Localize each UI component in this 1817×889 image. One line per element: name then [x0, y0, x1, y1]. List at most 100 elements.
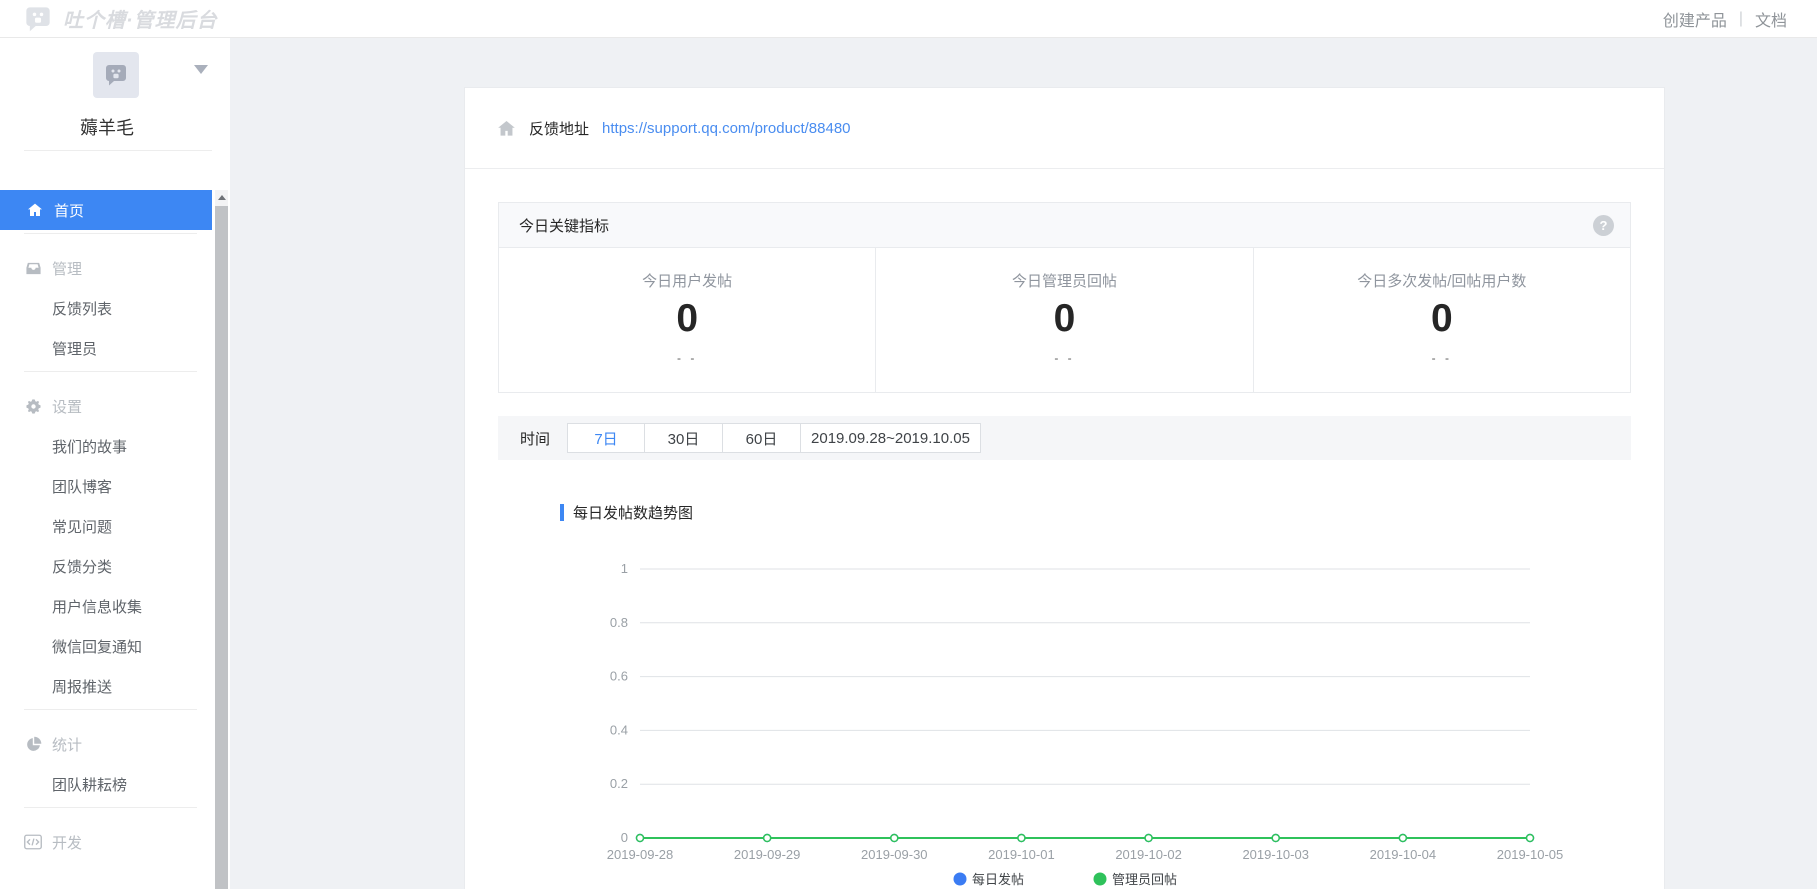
sidebar-item-label: 周报推送 — [52, 676, 112, 697]
date-range-picker[interactable]: 2019.09.28~2019.10.05 — [801, 423, 981, 453]
top-actions: 创建产品 | 文档 — [1663, 7, 1787, 31]
sidebar-section-develop: 开发 — [0, 822, 212, 862]
top-divider: | — [1739, 10, 1743, 28]
metric-admin-replies: 今日管理员回帖 0 - - — [876, 248, 1253, 392]
x-axis-tick: 2019-09-28 — [607, 847, 674, 862]
sidebar-section-manage: 管理 — [0, 248, 212, 288]
x-axis-tick: 2019-10-03 — [1242, 847, 1309, 862]
feedback-url-link[interactable]: https://support.qq.com/product/88480 — [602, 120, 851, 137]
legend-label[interactable]: 每日发帖 — [972, 872, 1024, 887]
sidebar-item-label: 管理员 — [52, 338, 97, 359]
app-logo: 吐个槽·管理后台 — [24, 4, 218, 33]
time-filter-label: 时间 — [520, 428, 550, 449]
sidebar-item-team-blog[interactable]: 团队博客 — [0, 466, 212, 506]
metric-label: 今日管理员回帖 — [1012, 270, 1117, 291]
sidebar-item-weekly-report-push[interactable]: 周报推送 — [0, 666, 212, 706]
sidebar-item-user-info-collect[interactable]: 用户信息收集 — [0, 586, 212, 626]
metric-value: 0 — [1054, 298, 1076, 341]
sidebar-item-home[interactable]: 首页 — [0, 190, 212, 230]
metric-value: 0 — [676, 298, 698, 341]
legend-label[interactable]: 管理员回帖 — [1112, 872, 1177, 887]
inbox-icon — [24, 260, 42, 277]
metric-sub: - - — [677, 351, 697, 365]
scroll-up-arrow-icon[interactable] — [215, 190, 228, 205]
sidebar-item-label: 反馈列表 — [52, 298, 112, 319]
sidebar-item-label: 常见问题 — [52, 516, 112, 537]
metric-label: 今日多次发帖/回帖用户数 — [1357, 270, 1526, 291]
product-avatar[interactable] — [93, 52, 139, 98]
question-mark-icon[interactable]: ? — [1593, 215, 1614, 236]
code-icon — [24, 834, 42, 850]
main-area: 反馈地址 https://support.qq.com/product/8848… — [230, 38, 1817, 889]
title-accent-bar — [560, 504, 564, 521]
chevron-down-icon[interactable] — [194, 65, 208, 74]
top-bar: 吐个槽·管理后台 创建产品 | 文档 — [0, 0, 1817, 38]
data-point[interactable] — [637, 835, 644, 842]
sidebar-item-faq[interactable]: 常见问题 — [0, 506, 212, 546]
y-axis-tick: 0.4 — [610, 722, 628, 737]
feedback-address-label: 反馈地址 — [529, 118, 589, 139]
sidebar-section-label: 统计 — [52, 734, 82, 755]
time-filter-7d-button[interactable]: 7日 — [567, 423, 645, 453]
trend-chart[interactable]: 00.20.40.60.812019-09-282019-09-292019-0… — [498, 527, 1631, 889]
metric-sub: - - — [1432, 351, 1452, 365]
content-card: 反馈地址 https://support.qq.com/product/8848… — [464, 87, 1665, 889]
home-icon — [497, 119, 516, 138]
sidebar-item-label: 反馈分类 — [52, 556, 112, 577]
speech-bubble-icon — [104, 63, 128, 87]
divider — [24, 150, 212, 151]
sidebar-item-feedback-category[interactable]: 反馈分类 — [0, 546, 212, 586]
sidebar-section-label: 开发 — [52, 832, 82, 853]
data-point[interactable] — [1018, 835, 1025, 842]
chart-title-row: 每日发帖数趋势图 — [560, 502, 1664, 523]
time-filter-group: 7日 30日 60日 2019.09.28~2019.10.05 — [567, 423, 981, 453]
sidebar-item-admins[interactable]: 管理员 — [0, 328, 212, 368]
sidebar-item-label: 首页 — [54, 200, 84, 221]
data-point[interactable] — [1272, 835, 1279, 842]
menu-divider — [24, 807, 197, 808]
sidebar-item-label: 微信回复通知 — [52, 636, 142, 657]
data-point[interactable] — [1527, 835, 1534, 842]
sidebar-item-team-leaderboard[interactable]: 团队耕耘榜 — [0, 764, 212, 804]
data-point[interactable] — [1145, 835, 1152, 842]
data-point[interactable] — [764, 835, 771, 842]
sidebar-item-our-story[interactable]: 我们的故事 — [0, 426, 212, 466]
gear-icon — [24, 398, 42, 415]
sidebar: 薅羊毛 首页 管理 反馈列表 管理员 — [0, 38, 230, 889]
sidebar-item-label: 团队耕耘榜 — [52, 774, 127, 795]
sidebar-scrollbar[interactable] — [215, 190, 228, 889]
data-point[interactable] — [1399, 835, 1406, 842]
docs-link[interactable]: 文档 — [1755, 7, 1787, 31]
time-filter-30d-button[interactable]: 30日 — [645, 423, 723, 453]
sidebar-item-wechat-reply-notice[interactable]: 微信回复通知 — [0, 626, 212, 666]
sidebar-section-statistics: 统计 — [0, 724, 212, 764]
sidebar-item-feedback-list[interactable]: 反馈列表 — [0, 288, 212, 328]
x-axis-tick: 2019-10-05 — [1497, 847, 1564, 862]
menu-divider — [24, 233, 197, 234]
x-axis-tick: 2019-09-29 — [734, 847, 801, 862]
metric-label: 今日用户发帖 — [642, 270, 732, 291]
metric-sub: - - — [1054, 351, 1074, 365]
y-axis-tick: 0.2 — [610, 776, 628, 791]
menu-divider — [24, 371, 197, 372]
legend-dot[interactable] — [954, 873, 967, 886]
time-filter-bar: 时间 7日 30日 60日 2019.09.28~2019.10.05 — [498, 416, 1631, 460]
data-point[interactable] — [891, 835, 898, 842]
pie-chart-icon — [24, 736, 42, 753]
create-product-link[interactable]: 创建产品 — [1663, 7, 1727, 31]
chart-title: 每日发帖数趋势图 — [573, 502, 693, 523]
sidebar-item-label: 用户信息收集 — [52, 596, 142, 617]
sidebar-item-label: 我们的故事 — [52, 436, 127, 457]
time-filter-60d-button[interactable]: 60日 — [723, 423, 801, 453]
key-metrics-body: 今日用户发帖 0 - - 今日管理员回帖 0 - - 今日多次发帖/回帖用户数 … — [499, 248, 1630, 392]
feedback-address-row: 反馈地址 https://support.qq.com/product/8848… — [465, 88, 1664, 169]
x-axis-tick: 2019-09-30 — [861, 847, 928, 862]
legend-dot[interactable] — [1094, 873, 1107, 886]
key-metrics-title: 今日关键指标 — [519, 215, 609, 236]
x-axis-tick: 2019-10-04 — [1370, 847, 1437, 862]
scrollbar-thumb[interactable] — [215, 206, 228, 889]
x-axis-tick: 2019-10-01 — [988, 847, 1055, 862]
app-canvas: 吐个槽·管理后台 创建产品 | 文档 薅羊毛 — [0, 0, 1817, 889]
metric-user-posts: 今日用户发帖 0 - - — [499, 248, 876, 392]
product-name: 薅羊毛 — [0, 114, 214, 140]
